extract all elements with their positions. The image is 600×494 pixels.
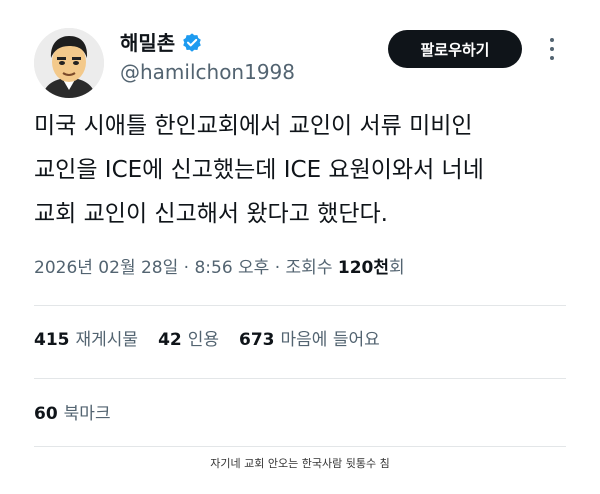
quotes-count: 42 bbox=[158, 330, 182, 350]
views-suffix: 회 bbox=[389, 258, 405, 278]
divider bbox=[34, 378, 566, 379]
avatar-illustration bbox=[34, 28, 104, 98]
quotes-label: 인용 bbox=[187, 330, 220, 350]
divider bbox=[34, 446, 566, 447]
likes-label: 마음에 들어요 bbox=[280, 330, 380, 350]
tweet-meta: 2026년 02월 28일 · 8:56 오후 · 조회수 120천회 bbox=[34, 254, 405, 282]
tweet-timestamp[interactable]: 2026년 02월 28일 · 8:56 오후 bbox=[34, 258, 269, 278]
author-handle[interactable]: @hamilchon1998 bbox=[120, 58, 295, 86]
author-name-row[interactable]: 해밀촌 bbox=[120, 30, 203, 56]
likes-stat[interactable]: 673 마음에 들어요 bbox=[239, 326, 380, 354]
bookmarks-label: 북마크 bbox=[63, 404, 111, 424]
likes-count: 673 bbox=[239, 330, 275, 350]
author-avatar[interactable] bbox=[34, 28, 104, 98]
bookmarks-stat[interactable]: 60 북마크 bbox=[34, 400, 111, 428]
follow-button[interactable]: 팔로우하기 bbox=[388, 30, 522, 68]
more-dots-icon[interactable] bbox=[542, 38, 562, 60]
quotes-stat[interactable]: 42 인용 bbox=[158, 326, 219, 354]
image-caption: 자기네 교회 안오는 한국사람 뒷통수 침 bbox=[210, 457, 390, 470]
verified-badge-icon bbox=[183, 33, 202, 52]
tweet-text-line: 교인을 ICE에 신고했는데 ICE 요원이와서 너네 bbox=[34, 157, 484, 183]
tweet-text-line: 교회 교인이 신고해서 왔다고 했단다. bbox=[34, 201, 388, 227]
bookmarks-count: 60 bbox=[34, 404, 58, 424]
author-display-name[interactable]: 해밀촌 bbox=[120, 30, 175, 56]
meta-separator: · bbox=[269, 258, 286, 278]
reposts-count: 415 bbox=[34, 330, 70, 350]
reposts-stat[interactable]: 415 재게시물 bbox=[34, 326, 138, 354]
engagement-stats: 415 재게시물 42 인용 673 마음에 들어요 bbox=[34, 326, 380, 354]
views-count: 120천 bbox=[337, 258, 390, 278]
divider bbox=[34, 305, 566, 306]
views-label: 조회수 bbox=[285, 258, 338, 278]
tweet-text: 미국 시애틀 한인교회에서 교인이 서류 미비인 교인을 ICE에 신고했는데 … bbox=[34, 104, 574, 236]
tweet-text-line: 미국 시애틀 한인교회에서 교인이 서류 미비인 bbox=[34, 113, 473, 139]
reposts-label: 재게시물 bbox=[75, 330, 139, 350]
